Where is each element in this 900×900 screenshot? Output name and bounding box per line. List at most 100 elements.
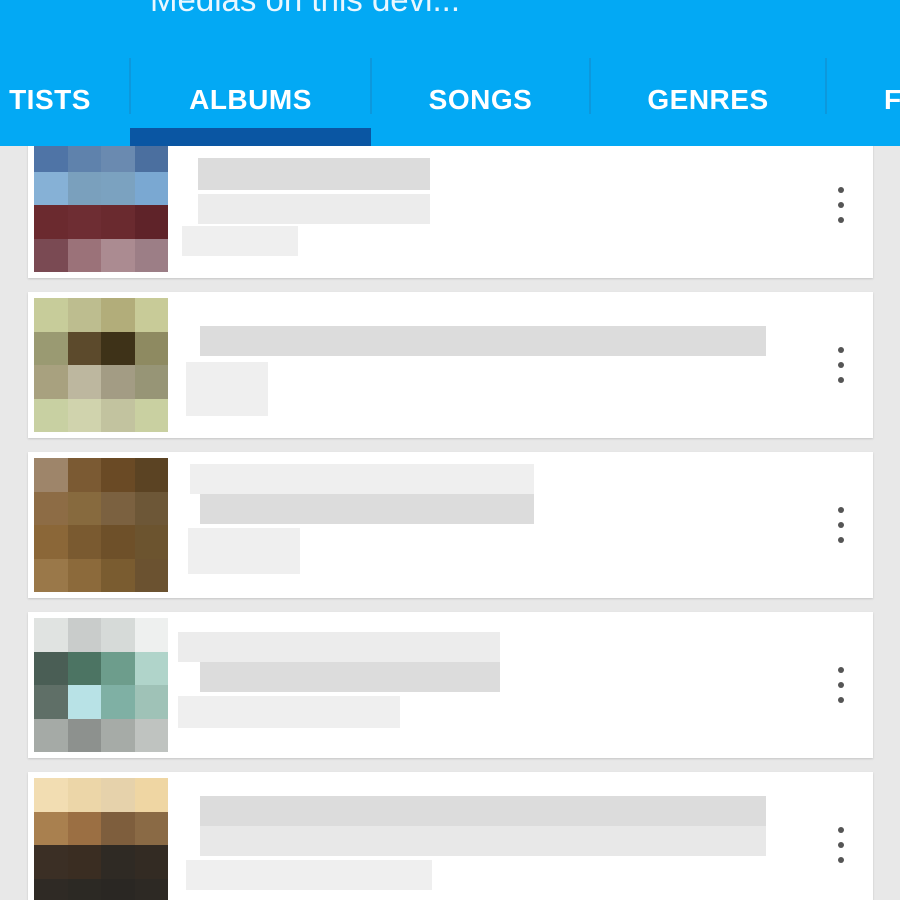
album-title-placeholder bbox=[200, 326, 766, 356]
album-art bbox=[34, 146, 168, 272]
art-pixel bbox=[101, 845, 135, 879]
more-vert-icon[interactable] bbox=[829, 347, 853, 383]
art-pixel bbox=[34, 718, 68, 752]
art-pixel bbox=[101, 298, 135, 332]
album-artist-placeholder bbox=[186, 362, 268, 416]
album-card[interactable] bbox=[28, 146, 873, 278]
art-pixel bbox=[134, 146, 168, 172]
album-title-placeholder bbox=[200, 796, 766, 826]
art-pixel bbox=[101, 171, 135, 206]
art-pixel bbox=[134, 525, 168, 559]
art-pixel bbox=[101, 878, 135, 900]
tab-label: SONGS bbox=[428, 84, 533, 115]
art-pixel bbox=[34, 685, 68, 719]
art-pixel bbox=[34, 331, 68, 366]
album-card[interactable] bbox=[28, 772, 873, 900]
art-pixel bbox=[67, 146, 102, 172]
art-pixel bbox=[34, 205, 68, 239]
art-pixel bbox=[34, 491, 68, 526]
art-pixel bbox=[134, 398, 168, 432]
art-pixel bbox=[101, 525, 135, 559]
art-pixel bbox=[101, 205, 135, 239]
art-pixel bbox=[67, 171, 102, 206]
tab-label: GENRES bbox=[647, 84, 769, 115]
art-pixel bbox=[101, 685, 135, 719]
more-vert-icon[interactable] bbox=[829, 667, 853, 703]
tab-folders[interactable]: F bbox=[860, 58, 900, 146]
art-pixel bbox=[67, 205, 102, 239]
art-pixel bbox=[134, 811, 168, 846]
album-card[interactable] bbox=[28, 292, 873, 438]
album-title-placeholder bbox=[200, 662, 500, 692]
art-pixel bbox=[101, 398, 135, 432]
art-pixel bbox=[134, 558, 168, 592]
tab-indicator bbox=[130, 128, 371, 146]
album-artist-placeholder bbox=[198, 194, 430, 224]
art-pixel bbox=[101, 558, 135, 592]
album-artist-placeholder bbox=[178, 696, 400, 728]
art-pixel bbox=[134, 718, 168, 752]
art-pixel bbox=[101, 365, 135, 399]
art-pixel bbox=[67, 685, 102, 719]
art-pixel bbox=[34, 298, 68, 332]
tab-genres[interactable]: GENRES bbox=[590, 58, 826, 146]
art-pixel bbox=[34, 238, 68, 272]
art-pixel bbox=[34, 525, 68, 559]
art-pixel bbox=[134, 331, 168, 366]
art-pixel bbox=[34, 618, 68, 652]
art-pixel bbox=[134, 298, 168, 332]
art-pixel bbox=[67, 458, 102, 492]
art-pixel bbox=[67, 811, 102, 846]
art-pixel bbox=[67, 238, 102, 272]
tab-label: TISTS bbox=[9, 84, 91, 115]
art-pixel bbox=[134, 685, 168, 719]
album-list[interactable] bbox=[0, 146, 900, 900]
album-info-placeholder bbox=[186, 860, 432, 890]
tab-songs[interactable]: SONGS bbox=[371, 58, 590, 146]
art-pixel bbox=[101, 778, 135, 812]
art-pixel bbox=[134, 458, 168, 492]
art-pixel bbox=[67, 651, 102, 686]
album-artist-placeholder bbox=[200, 826, 766, 856]
art-pixel bbox=[101, 651, 135, 686]
art-pixel bbox=[134, 171, 168, 206]
art-pixel bbox=[34, 458, 68, 492]
art-pixel bbox=[67, 718, 102, 752]
art-pixel bbox=[34, 398, 68, 432]
album-art bbox=[34, 298, 168, 432]
album-card[interactable] bbox=[28, 612, 873, 758]
art-pixel bbox=[101, 718, 135, 752]
more-vert-icon[interactable] bbox=[829, 187, 853, 223]
more-vert-icon[interactable] bbox=[829, 507, 853, 543]
app-bar: Medias on this devi... TISTS ALBUMS SONG… bbox=[0, 0, 900, 146]
art-pixel bbox=[134, 778, 168, 812]
album-art bbox=[34, 778, 168, 900]
art-pixel bbox=[67, 558, 102, 592]
art-pixel bbox=[101, 458, 135, 492]
art-pixel bbox=[34, 146, 68, 172]
art-pixel bbox=[101, 146, 135, 172]
more-vert-icon[interactable] bbox=[829, 827, 853, 863]
album-info-placeholder bbox=[182, 226, 298, 256]
art-pixel bbox=[34, 171, 68, 206]
album-artist-placeholder bbox=[188, 528, 300, 574]
art-pixel bbox=[101, 618, 135, 652]
art-pixel bbox=[67, 878, 102, 900]
tab-label: ALBUMS bbox=[189, 84, 312, 115]
art-pixel bbox=[34, 778, 68, 812]
art-pixel bbox=[67, 845, 102, 879]
art-pixel bbox=[67, 298, 102, 332]
app-title: Medias on this devi... bbox=[150, 0, 460, 18]
art-pixel bbox=[101, 491, 135, 526]
art-pixel bbox=[101, 331, 135, 366]
album-title-placeholder bbox=[200, 494, 534, 524]
album-label-placeholder bbox=[178, 632, 500, 662]
art-pixel bbox=[34, 651, 68, 686]
art-pixel bbox=[134, 238, 168, 272]
art-pixel bbox=[67, 525, 102, 559]
art-pixel bbox=[67, 398, 102, 432]
art-pixel bbox=[34, 878, 68, 900]
tab-artists[interactable]: TISTS bbox=[0, 58, 130, 146]
art-pixel bbox=[134, 205, 168, 239]
album-card[interactable] bbox=[28, 452, 873, 598]
